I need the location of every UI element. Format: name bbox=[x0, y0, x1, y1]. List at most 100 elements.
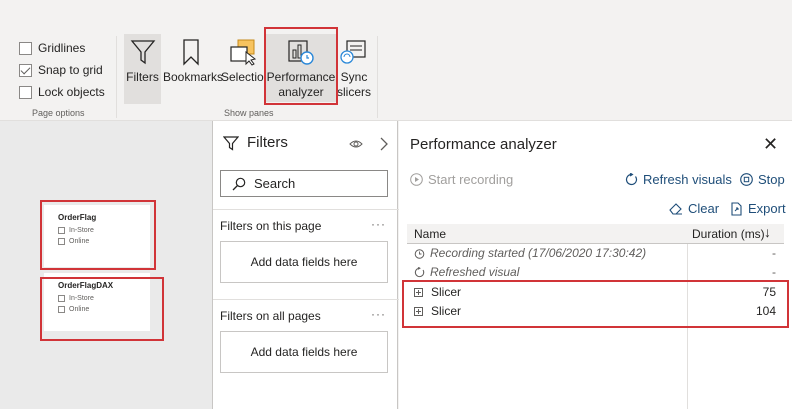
selection-button-label: Selection bbox=[221, 70, 271, 84]
drop-zone-text: Add data fields here bbox=[250, 345, 358, 359]
divider bbox=[213, 299, 399, 300]
slicer-orderflagdax[interactable]: OrderFlagDAX In-Store Online bbox=[44, 273, 150, 331]
filters-pane-button[interactable]: Filters bbox=[124, 34, 161, 104]
performance-table: Name Duration (ms) ↓ Recording started (… bbox=[407, 224, 784, 409]
search-icon bbox=[232, 177, 246, 191]
slicer-option[interactable]: In-Store bbox=[58, 295, 94, 302]
selection-pane-button[interactable]: Selection bbox=[221, 34, 270, 104]
slicer-option-label: In-Store bbox=[69, 295, 94, 302]
timer-icon bbox=[414, 248, 425, 259]
table-row[interactable]: Slicer 75 bbox=[407, 283, 784, 302]
stop-label: Stop bbox=[758, 172, 785, 187]
filters-page-drop-zone[interactable]: Add data fields here bbox=[220, 241, 388, 283]
start-recording-label: Start recording bbox=[428, 172, 514, 187]
eye-icon[interactable] bbox=[349, 138, 363, 150]
chevron-right-icon[interactable] bbox=[379, 137, 389, 151]
row-name-text: Slicer bbox=[431, 304, 462, 318]
expand-icon[interactable] bbox=[414, 306, 423, 316]
slicer-checkbox[interactable] bbox=[58, 295, 65, 302]
export-button[interactable]: Export bbox=[730, 201, 786, 216]
row-name: Slicer bbox=[414, 285, 461, 299]
bookmark-icon bbox=[183, 39, 199, 66]
sort-down-icon[interactable]: ↓ bbox=[764, 224, 771, 240]
snap-to-grid-option[interactable]: Snap to grid bbox=[19, 62, 103, 78]
export-icon bbox=[731, 201, 742, 216]
bookmarks-pane-button[interactable]: Bookmarks bbox=[163, 34, 223, 104]
performance-analyzer-icon bbox=[288, 40, 314, 65]
start-recording-button[interactable]: Start recording bbox=[410, 172, 513, 187]
search-placeholder: Search bbox=[254, 176, 296, 191]
filters-search-input[interactable]: Search bbox=[220, 170, 388, 197]
filter-icon bbox=[223, 136, 239, 151]
show-panes-group-label: Show panes bbox=[224, 108, 274, 118]
page-options-group-label: Page options bbox=[32, 108, 85, 118]
row-duration: - bbox=[772, 246, 776, 260]
slicer-option[interactable]: Online bbox=[58, 306, 89, 313]
more-options-icon[interactable]: ··· bbox=[371, 307, 386, 321]
ribbon-separator bbox=[377, 36, 378, 118]
close-icon[interactable]: ✕ bbox=[763, 134, 778, 155]
column-header-duration[interactable]: Duration (ms) bbox=[692, 227, 765, 241]
row-duration: 104 bbox=[755, 304, 776, 318]
clear-button[interactable]: Clear bbox=[669, 201, 719, 216]
filters-all-pages-drop-zone[interactable]: Add data fields here bbox=[220, 331, 388, 373]
play-icon bbox=[410, 173, 423, 186]
row-name: Refreshed visual bbox=[414, 265, 519, 279]
performance-analyzer-pane: Performance analyzer ✕ Start recording R… bbox=[399, 121, 792, 409]
lock-objects-label: Lock objects bbox=[38, 85, 105, 99]
more-options-icon[interactable]: ··· bbox=[371, 217, 386, 231]
sync-slicers-label-line2: slicers bbox=[337, 85, 372, 99]
gridlines-option[interactable]: Gridlines bbox=[19, 40, 85, 56]
filters-pane-title: Filters bbox=[247, 134, 288, 151]
slicer-checkbox[interactable] bbox=[58, 238, 65, 245]
divider bbox=[213, 209, 399, 210]
snap-to-grid-label: Snap to grid bbox=[38, 63, 103, 77]
filters-on-all-pages-label: Filters on all pages bbox=[220, 309, 321, 323]
filter-icon bbox=[130, 40, 155, 65]
slicer-title: OrderFlagDAX bbox=[58, 281, 114, 290]
table-header: Name Duration (ms) ↓ bbox=[407, 224, 784, 244]
row-name: Slicer bbox=[414, 304, 461, 318]
row-name-text: Recording started (17/06/2020 17:30:42) bbox=[430, 246, 647, 260]
slicer-title: OrderFlag bbox=[58, 213, 97, 222]
slicer-option-label: Online bbox=[69, 238, 90, 245]
bookmarks-button-label: Bookmarks bbox=[163, 70, 224, 84]
slicer-option[interactable]: In-Store bbox=[58, 227, 94, 234]
expand-icon[interactable] bbox=[414, 287, 423, 297]
slicer-option[interactable]: Online bbox=[58, 238, 89, 245]
row-name: Recording started (17/06/2020 17:30:42) bbox=[414, 246, 646, 260]
slicer-checkbox[interactable] bbox=[58, 227, 65, 234]
slicer-orderflag[interactable]: OrderFlag In-Store Online bbox=[44, 205, 150, 267]
column-header-name[interactable]: Name bbox=[414, 227, 446, 241]
filters-pane: Filters Search Filters on this page ··· … bbox=[212, 121, 399, 409]
sync-slicers-icon bbox=[340, 40, 366, 64]
refresh-visuals-button[interactable]: Refresh visuals bbox=[625, 172, 732, 187]
lock-objects-option[interactable]: Lock objects bbox=[19, 84, 105, 100]
lock-objects-checkbox[interactable] bbox=[19, 85, 32, 99]
clear-label: Clear bbox=[688, 201, 720, 216]
table-row[interactable]: Refreshed visual - bbox=[407, 263, 784, 282]
report-canvas: OrderFlag In-Store Online OrderFlagDAX I… bbox=[0, 121, 212, 409]
drop-zone-text: Add data fields here bbox=[250, 255, 358, 269]
slicer-checkbox[interactable] bbox=[58, 306, 65, 313]
table-row[interactable]: Recording started (17/06/2020 17:30:42) … bbox=[407, 244, 784, 263]
sync-slicers-button[interactable]: Sync slicers bbox=[337, 34, 371, 104]
filters-button-label: Filters bbox=[126, 70, 159, 84]
row-name-text: Refreshed visual bbox=[430, 265, 520, 279]
snap-to-grid-checkbox[interactable] bbox=[19, 63, 32, 77]
performance-analyzer-label-line1: Performance bbox=[266, 70, 336, 84]
ribbon-separator bbox=[116, 36, 117, 118]
selection-icon bbox=[230, 39, 257, 66]
gridlines-checkbox[interactable] bbox=[19, 41, 32, 55]
refresh-icon bbox=[625, 173, 638, 186]
slicer-option-label: In-Store bbox=[69, 227, 94, 234]
table-row[interactable]: Slicer 104 bbox=[407, 302, 784, 321]
gridlines-label: Gridlines bbox=[38, 41, 86, 55]
refresh-icon bbox=[414, 266, 425, 277]
stop-button[interactable]: Stop bbox=[740, 172, 785, 187]
performance-analyzer-button[interactable]: Performance analyzer bbox=[266, 34, 336, 102]
performance-analyzer-title: Performance analyzer bbox=[410, 136, 557, 153]
performance-analyzer-label-line2: analyzer bbox=[278, 85, 324, 99]
export-label: Export bbox=[748, 201, 786, 216]
powerbi-window: Gridlines Snap to grid Lock objects Page… bbox=[0, 0, 792, 409]
